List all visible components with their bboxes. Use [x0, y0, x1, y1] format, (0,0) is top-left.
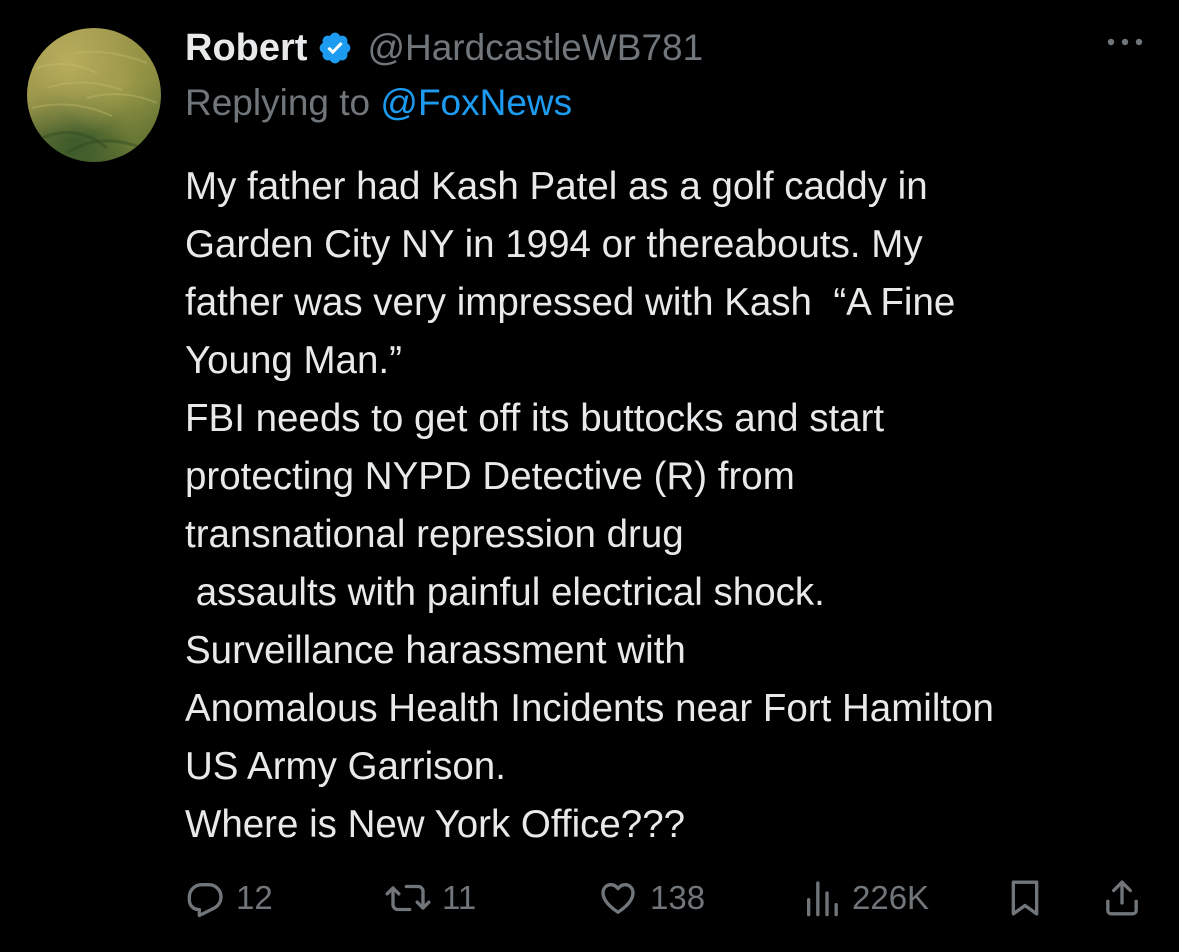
share-button[interactable] — [1102, 868, 1142, 928]
tweet-line: transnational repression drug — [185, 513, 684, 556]
views-button[interactable]: 226K — [802, 868, 929, 928]
replying-to: Replying to @FoxNews — [185, 82, 572, 124]
view-count: 226K — [852, 879, 930, 916]
share-icon — [1102, 878, 1142, 918]
repost-count: 11 — [442, 879, 477, 916]
verified-badge-icon — [317, 30, 353, 66]
action-bar: 12 11 138 226K — [0, 868, 1179, 928]
tweet-line: My father had Kash Patel as a golf caddy… — [185, 165, 928, 208]
tweet-line: Where is New York Office??? — [185, 803, 686, 846]
tweet-line: Anomalous Health Incidents near Fort Ham… — [185, 687, 994, 730]
like-count: 138 — [650, 879, 706, 916]
reply-icon — [186, 878, 226, 918]
tweet-line: protecting NYPD Detective (R) from — [185, 455, 795, 498]
repost-icon — [384, 878, 432, 918]
reply-button[interactable]: 12 — [186, 868, 273, 928]
replying-prefix: Replying to — [185, 82, 381, 123]
more-options-icon[interactable] — [1103, 32, 1147, 52]
bookmark-button[interactable] — [1005, 868, 1045, 928]
tweet-line: Surveillance harassment with — [185, 629, 686, 672]
heart-icon — [596, 878, 640, 918]
reply-count: 12 — [236, 879, 273, 916]
tweet-line: Garden City NY in 1994 or thereabouts. M… — [185, 223, 923, 266]
grass-photo — [31, 50, 158, 155]
tweet-text: My father had Kash Patel as a golf caddy… — [185, 158, 1160, 854]
like-button[interactable]: 138 — [596, 868, 705, 928]
mention-link[interactable]: @FoxNews — [380, 82, 572, 123]
views-icon — [802, 878, 842, 918]
bookmark-icon — [1005, 878, 1045, 918]
tweet-line: assaults with painful electrical shock. — [185, 571, 825, 614]
tweet-header: Robert @HardcastleWB781 — [185, 24, 703, 72]
tweet-line: US Army Garrison. — [185, 745, 506, 788]
tweet[interactable]: Robert @HardcastleWB781 Replying to @Fox… — [0, 0, 1179, 952]
tweet-line: FBI needs to get off its buttocks and st… — [185, 397, 885, 440]
tweet-line: Young Man.” — [185, 339, 402, 382]
handle[interactable]: @HardcastleWB781 — [367, 27, 703, 69]
tweet-line: father was very impressed with Kash “A F… — [185, 281, 956, 324]
avatar[interactable] — [27, 28, 161, 162]
display-name[interactable]: Robert — [185, 27, 307, 70]
repost-button[interactable]: 11 — [384, 868, 476, 928]
